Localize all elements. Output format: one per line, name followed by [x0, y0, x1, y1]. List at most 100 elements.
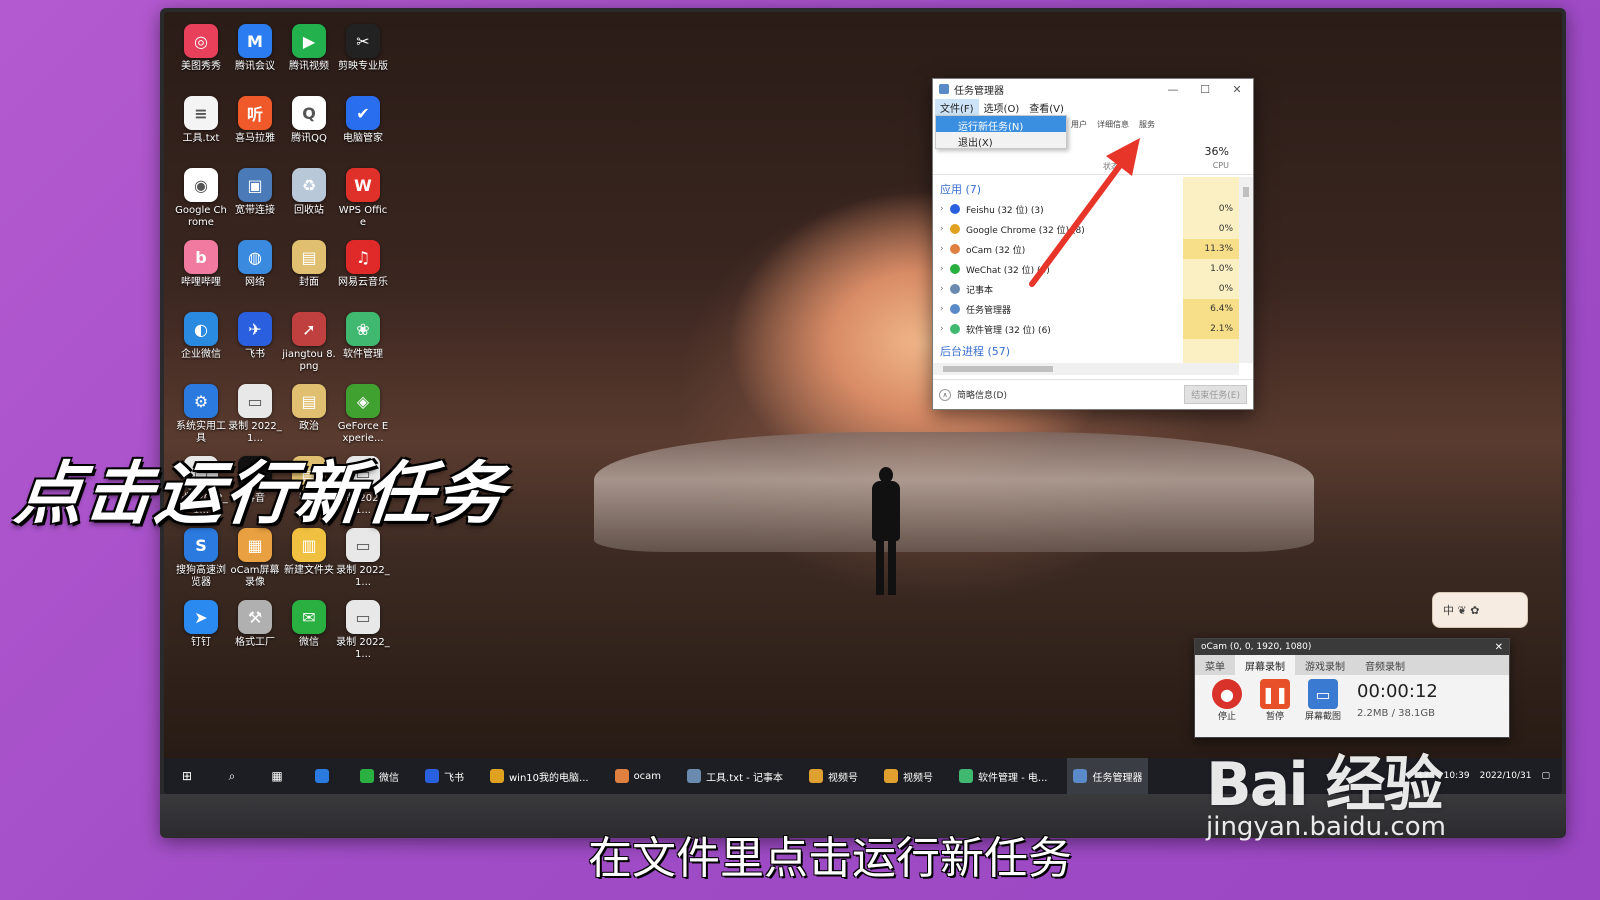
- end-task-button[interactable]: 结束任务(E): [1184, 385, 1247, 404]
- desktop-icon-label: 腾讯QQ: [291, 133, 327, 144]
- process-row[interactable]: › 记事本 0%: [933, 279, 1239, 299]
- desktop-icon[interactable]: ▦ oCam屏幕录像: [228, 528, 282, 600]
- process-row[interactable]: › Google Chrome (32 位) (8) 0%: [933, 219, 1239, 239]
- taskbar-app[interactable]: win10我的电脑...: [484, 758, 595, 794]
- desktop-icon[interactable]: ▤ 封面: [282, 240, 336, 312]
- desktop-icon[interactable]: ◍ 网络: [228, 240, 282, 312]
- app-icon: ❀: [346, 312, 380, 346]
- desktop-icon[interactable]: ➤ 钉钉: [174, 600, 228, 672]
- vertical-scrollbar[interactable]: [1239, 177, 1253, 363]
- ime-indicator[interactable]: 中 ❦ ✿: [1432, 592, 1528, 628]
- process-row[interactable]: › Feishu (32 位) (3) 0%: [933, 199, 1239, 219]
- menu-file[interactable]: 文件(F): [935, 99, 979, 115]
- menu-options[interactable]: 选项(O): [979, 99, 1025, 115]
- desktop-icon[interactable]: ✔ 电脑管家: [336, 96, 390, 168]
- desktop-icon[interactable]: Q 腾讯QQ: [282, 96, 336, 168]
- taskbar-search-button[interactable]: ⌕: [219, 758, 250, 794]
- clock-time[interactable]: 10:39: [1444, 771, 1470, 781]
- desktop-icon[interactable]: ▭ 录制 2022_1...: [336, 600, 390, 672]
- desktop-icon[interactable]: 听喜马拉雅: [228, 96, 282, 168]
- task-manager-window[interactable]: 任务管理器 — ☐ ✕ 文件(F) 选项(O) 查看(V) 运行新任务(N) 退…: [932, 78, 1254, 410]
- taskbar-app[interactable]: 微信: [354, 758, 405, 794]
- desktop-icon[interactable]: ◐ 企业微信: [174, 312, 228, 384]
- taskbar-app[interactable]: 视频号: [878, 758, 939, 794]
- fewer-details-link[interactable]: 简略信息(D): [957, 388, 1007, 401]
- column-cpu[interactable]: CPU: [1213, 161, 1229, 170]
- process-row[interactable]: › 软件管理 (32 位) (6) 2.1%: [933, 319, 1239, 339]
- chevron-right-icon[interactable]: ›: [940, 204, 950, 214]
- desktop-icon[interactable]: ✂ 剪映专业版: [336, 24, 390, 96]
- pause-icon: ❚❚: [1260, 679, 1290, 709]
- clock-date[interactable]: 2022/10/31: [1480, 771, 1532, 781]
- chevron-right-icon[interactable]: ›: [940, 284, 950, 294]
- app-icon: ♻: [292, 168, 326, 202]
- process-row[interactable]: › oCam (32 位) 11.3%: [933, 239, 1239, 259]
- desktop-icon[interactable]: ▶ 腾讯视频: [282, 24, 336, 96]
- desktop-icon[interactable]: ❀ 软件管理: [336, 312, 390, 384]
- desktop-icon[interactable]: ♫ 网易云音乐: [336, 240, 390, 312]
- ocam-stop-button[interactable]: ● 停止: [1203, 679, 1251, 722]
- process-row[interactable]: › WeChat (32 位) (9) 1.0%: [933, 259, 1239, 279]
- process-row[interactable]: › 任务管理器 6.4%: [933, 299, 1239, 319]
- tab-services[interactable]: 服务: [1139, 119, 1155, 130]
- desktop-icon[interactable]: ✉ 微信: [282, 600, 336, 672]
- ocam-tab-screen-record[interactable]: 屏幕录制: [1235, 655, 1295, 675]
- ocam-tab-game-record[interactable]: 游戏录制: [1295, 655, 1355, 675]
- taskbar-app[interactable]: 工具.txt - 记事本: [681, 758, 789, 794]
- chevron-right-icon[interactable]: ›: [940, 304, 950, 314]
- taskbar-explorer[interactable]: [309, 758, 340, 794]
- notification-icon[interactable]: ▢: [1541, 771, 1550, 781]
- ocam-titlebar[interactable]: oCam (0, 0, 1920, 1080) ✕: [1195, 639, 1509, 655]
- tab-details[interactable]: 详细信息: [1097, 119, 1129, 130]
- taskbar-app[interactable]: ocam: [609, 758, 668, 794]
- desktop-icon[interactable]: W WPS Office: [336, 168, 390, 240]
- ocam-tab-audio-record[interactable]: 音频录制: [1355, 655, 1415, 675]
- desktop-icon[interactable]: ≡ 工具.txt: [174, 96, 228, 168]
- app-icon: ◉: [184, 168, 218, 202]
- tab-users[interactable]: 用户: [1071, 119, 1087, 130]
- desktop-icon[interactable]: ▣ 宽带连接: [228, 168, 282, 240]
- menu-item-run-new-task[interactable]: 运行新任务(N): [936, 116, 1066, 133]
- desktop-icon[interactable]: M 腾讯会议: [228, 24, 282, 96]
- taskbar-app-label: win10我的电脑...: [509, 772, 589, 784]
- horizontal-scrollbar[interactable]: [933, 363, 1239, 375]
- ocam-tab-menu[interactable]: 菜单: [1195, 655, 1235, 675]
- chevron-up-icon[interactable]: ∧: [939, 388, 951, 401]
- task-view-button[interactable]: ▦: [264, 758, 295, 794]
- column-status[interactable]: 状态: [1103, 161, 1119, 172]
- chevron-right-icon[interactable]: ›: [940, 244, 950, 254]
- close-icon[interactable]: ✕: [1221, 83, 1253, 96]
- start-button[interactable]: ⊞: [174, 758, 205, 794]
- ocam-pause-button[interactable]: ❚❚ 暂停: [1251, 679, 1299, 722]
- taskbar-app[interactable]: 任务管理器: [1067, 758, 1149, 794]
- minimize-icon[interactable]: —: [1157, 83, 1189, 96]
- group-background[interactable]: 后台进程 (57): [933, 339, 1239, 361]
- maximize-icon[interactable]: ☐: [1189, 83, 1221, 96]
- desktop-icon[interactable]: ▭ 录制 2022_1...: [336, 528, 390, 600]
- close-icon[interactable]: ✕: [1495, 642, 1503, 653]
- chevron-right-icon[interactable]: ›: [940, 324, 950, 334]
- ocam-window[interactable]: oCam (0, 0, 1920, 1080) ✕ 菜单 屏幕录制 游戏录制 音…: [1194, 638, 1510, 738]
- task-manager-titlebar[interactable]: 任务管理器 — ☐ ✕: [933, 79, 1253, 99]
- desktop-icon[interactable]: S 搜狗高速浏览器: [174, 528, 228, 600]
- desktop-icon[interactable]: ◉ Google Chrome: [174, 168, 228, 240]
- desktop-icon[interactable]: ♻ 回收站: [282, 168, 336, 240]
- desktop-icon[interactable]: ⚒ 格式工厂: [228, 600, 282, 672]
- ocam-screenshot-button[interactable]: ▭ 屏幕截图: [1299, 679, 1347, 722]
- taskbar-app[interactable]: 视频号: [803, 758, 864, 794]
- desktop-icon[interactable]: b 哔哩哔哩: [174, 240, 228, 312]
- chevron-right-icon[interactable]: ›: [940, 224, 950, 234]
- wallpaper-sea: [594, 432, 1314, 552]
- chevron-right-icon[interactable]: ›: [940, 264, 950, 274]
- desktop-icon[interactable]: ◎ 美图秀秀: [174, 24, 228, 96]
- app-icon: ◍: [238, 240, 272, 274]
- menu-view[interactable]: 查看(V): [1024, 99, 1069, 115]
- group-apps[interactable]: 应用 (7): [933, 177, 1239, 199]
- taskbar-app[interactable]: 软件管理 - 电...: [953, 758, 1054, 794]
- windows-icon: ⊞: [181, 769, 193, 783]
- taskbar-app[interactable]: 飞书: [419, 758, 470, 794]
- desktop-icon[interactable]: ▥ 新建文件夹: [282, 528, 336, 600]
- desktop-icon[interactable]: ✈ 飞书: [228, 312, 282, 384]
- menu-item-exit[interactable]: 退出(X): [936, 132, 1066, 149]
- desktop-icon[interactable]: ➚ jiangtou 8.png: [282, 312, 336, 384]
